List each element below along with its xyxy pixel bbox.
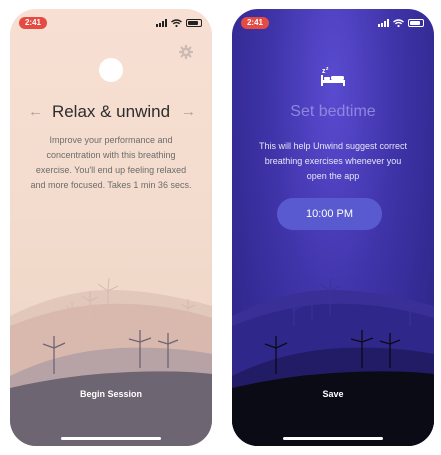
settings-gear-icon[interactable] [179, 45, 193, 59]
home-indicator [283, 437, 383, 440]
relax-screen: 2:41 ← Relax & unwind → Improve your per… [10, 9, 212, 446]
arrow-right-icon[interactable]: → [181, 101, 196, 123]
screen-title: Set bedtime [290, 103, 376, 120]
wifi-icon [171, 19, 182, 27]
battery-icon [408, 19, 424, 27]
cellular-signal-icon [156, 19, 167, 27]
status-icons [156, 17, 202, 29]
bedtime-time-picker[interactable]: 10:00 PM [277, 198, 382, 230]
sun-illustration [99, 58, 123, 82]
home-indicator [61, 437, 161, 440]
bed-sleep-icon: z z [321, 66, 345, 86]
bedtime-description: This will help Unwind suggest correct br… [258, 141, 408, 181]
save-button[interactable]: Save [232, 389, 434, 399]
battery-icon [186, 19, 202, 27]
wind-turbine-landscape [10, 277, 212, 446]
title-row: ← Relax & unwind → [10, 101, 212, 123]
status-time: 2:41 [19, 17, 47, 29]
svg-text:z: z [326, 66, 329, 72]
status-icons [378, 17, 424, 29]
exercise-description: Improve your performance and concentrati… [30, 135, 192, 190]
wifi-icon [393, 19, 404, 27]
cellular-signal-icon [378, 19, 389, 27]
wind-turbine-landscape [232, 277, 434, 446]
begin-session-button[interactable]: Begin Session [10, 389, 212, 399]
status-time: 2:41 [241, 17, 269, 29]
set-bedtime-screen: 2:41 z z Set bedtime This will help Unwi… [232, 9, 434, 446]
